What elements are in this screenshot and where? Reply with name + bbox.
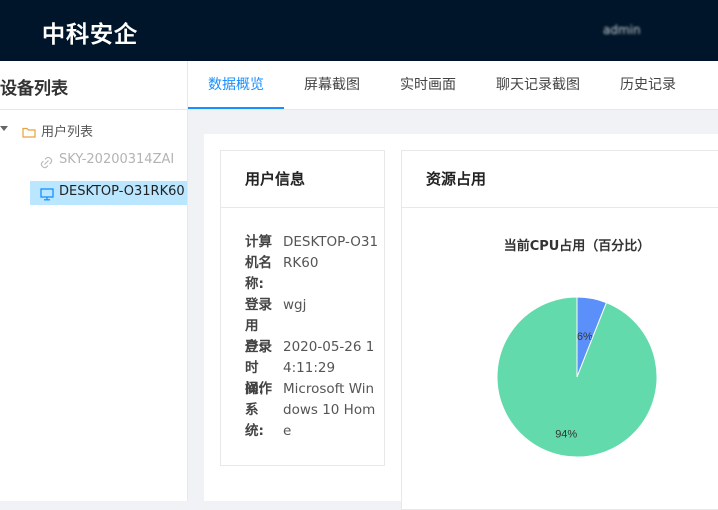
card-divider	[221, 207, 384, 208]
card-title: 用户信息	[245, 170, 306, 188]
device-item-offline[interactable]: SKY-20200314ZAI	[30, 149, 187, 173]
cpu-pie-chart: 6% 94%	[496, 296, 658, 458]
tab-history[interactable]: 历史记录	[600, 61, 696, 109]
sidebar-divider	[0, 109, 187, 110]
device-label: SKY-20200314ZAI	[59, 152, 175, 167]
tree-node-label: 用户列表	[41, 125, 94, 140]
app-logo: 中科安企	[42, 22, 138, 48]
pie-label-1: 94%	[555, 429, 577, 441]
sidebar-title: 设备列表	[0, 79, 68, 99]
info-label: 计算机名称:	[245, 234, 272, 292]
folder-icon	[22, 123, 36, 142]
monitor-icon	[40, 186, 54, 205]
device-sidebar: 设备列表 用户列表 SKY-20200314ZAI DESKTOP-O31RK6…	[0, 61, 188, 501]
device-label: DESKTOP-O31RK60	[59, 184, 185, 199]
tab-screenshots[interactable]: 屏幕截图	[284, 61, 380, 109]
device-item-selected[interactable]: DESKTOP-O31RK60	[30, 181, 187, 205]
link-broken-icon	[40, 154, 53, 173]
pie-label-0: 6%	[577, 331, 593, 343]
tab-data-overview[interactable]: 数据概览	[188, 61, 284, 109]
user-name[interactable]: admin	[603, 23, 641, 37]
info-label: 操作系统:	[245, 381, 272, 439]
tab-bar: 数据概览 屏幕截图 实时画面 聊天记录截图 历史记录	[188, 61, 718, 110]
tree-node-user-list[interactable]: 用户列表	[0, 119, 187, 141]
info-value: 2020-05-26 14:11:29	[283, 339, 375, 376]
top-header: 中科安企 admin	[0, 0, 718, 61]
user-info-card: 用户信息 计算机名称: DESKTOP-O31RK60 登录用户: wgj 登录…	[220, 150, 385, 466]
info-value: DESKTOP-O31RK60	[283, 234, 379, 271]
tab-chat-screenshots[interactable]: 聊天记录截图	[476, 61, 600, 109]
resource-usage-card: 资源占用 当前CPU占用（百分比） 6% 94%	[401, 150, 718, 510]
info-value: wgj	[283, 297, 307, 313]
info-value: Microsoft Windows 10 Home	[283, 381, 376, 439]
caret-down-icon[interactable]	[0, 126, 8, 131]
tab-live-view[interactable]: 实时画面	[380, 61, 476, 109]
